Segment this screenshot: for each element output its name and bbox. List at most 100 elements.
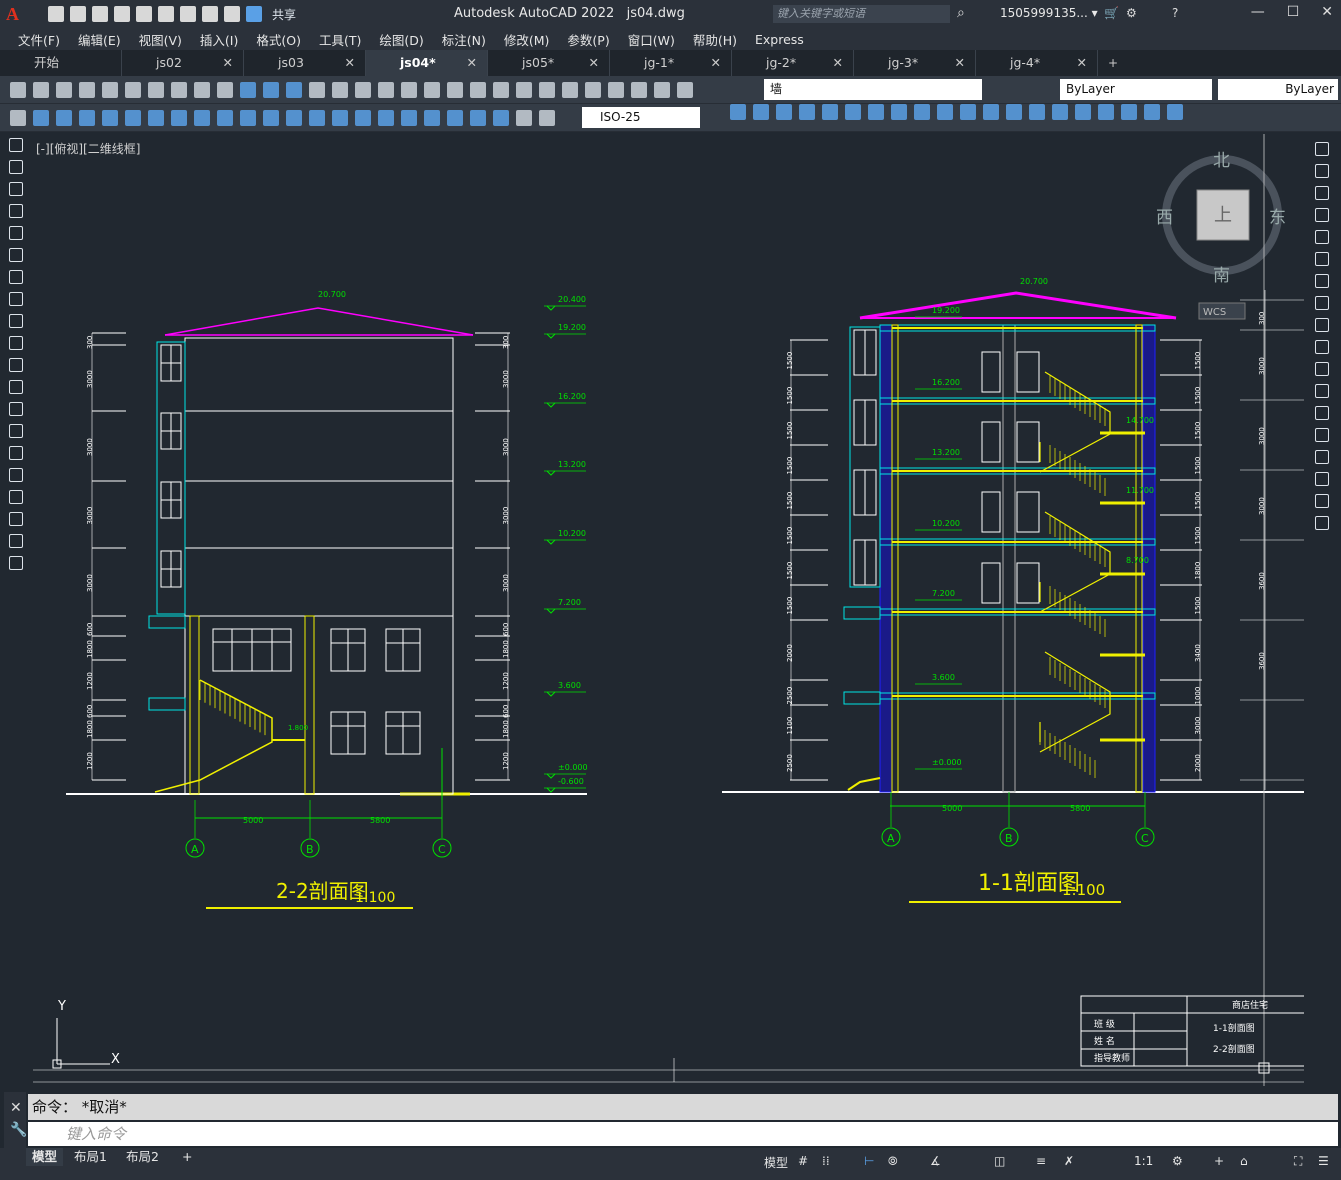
tab-close-icon[interactable]: ✕ [345,50,355,76]
tool-icon[interactable] [79,110,95,126]
draw-tool-icon[interactable] [1315,362,1329,376]
draw-tool-icon[interactable] [1315,494,1329,508]
drawing-canvas[interactable]: 20.700 1.800 300 300 3000 3000 3000 3000 3000 300… [33,134,1306,1086]
tool-icon[interactable] [493,110,509,126]
menu-item-1[interactable]: 编辑(E) [78,30,121,49]
draw-tool-icon[interactable] [1315,318,1329,332]
grid-icon[interactable]: # [798,1154,808,1168]
tab-close-icon[interactable]: ✕ [467,50,477,76]
tool-icon[interactable] [33,82,49,98]
draw-tool-icon[interactable] [9,160,23,174]
user-account[interactable]: 1505999135... ▾ [1000,6,1098,20]
draw-tool-icon[interactable] [9,468,23,482]
draw-tool-icon[interactable] [1315,296,1329,310]
tool-icon[interactable] [516,110,532,126]
tab-close-icon[interactable]: ✕ [955,50,965,76]
tool-icon[interactable] [217,82,233,98]
tool-icon[interactable] [753,104,769,120]
tool-icon[interactable] [56,82,72,98]
linetype-dropdown[interactable]: ByLayer [1218,79,1338,100]
command-line-handle[interactable]: ✕ 🔧 [4,1092,27,1148]
tool-icon[interactable] [263,82,279,98]
tool-icon[interactable] [937,104,953,120]
tool-icon[interactable] [539,110,555,126]
tool-icon[interactable] [1006,104,1022,120]
tool-icon[interactable] [516,82,532,98]
menu-item-5[interactable]: 工具(T) [319,30,361,49]
tool-icon[interactable] [332,82,348,98]
draw-tool-icon[interactable] [9,204,23,218]
tool-icon[interactable] [1121,104,1137,120]
command-input[interactable]: 键入命令 [28,1122,1338,1146]
menu-item-0[interactable]: 文件(F) [18,30,60,49]
menu-item-2[interactable]: 视图(V) [139,30,182,49]
layout-tab-1[interactable]: 布局1 [68,1148,113,1166]
autodesk-app-icon[interactable]: ⚙ [1126,6,1137,20]
tool-icon[interactable] [171,82,187,98]
tab-0[interactable]: 开始 [0,50,122,76]
draw-tool-icon[interactable] [9,138,23,152]
tool-icon[interactable] [868,104,884,120]
draw-tool-icon[interactable] [1315,164,1329,178]
viewport-label[interactable]: [-][俯视][二维线框] [36,140,140,157]
redo-icon[interactable] [224,6,240,22]
tool-icon[interactable] [562,82,578,98]
draw-tool-icon[interactable] [9,248,23,262]
autocad-logo-icon[interactable]: A [6,3,28,25]
tool-icon[interactable] [654,82,670,98]
isolate-icon[interactable]: ⌂ [1240,1154,1248,1168]
tool-icon[interactable] [378,110,394,126]
tool-icon[interactable] [1029,104,1045,120]
tab-close-icon[interactable]: ✕ [1077,50,1087,76]
draw-tool-icon[interactable] [9,314,23,328]
tool-icon[interactable] [401,110,417,126]
tool-icon[interactable] [194,82,210,98]
draw-tool-icon[interactable] [9,402,23,416]
cart-icon[interactable]: 🛒 [1104,6,1119,20]
tab-2[interactable]: js03 ✕ [244,50,366,76]
tab-1[interactable]: js02 ✕ [122,50,244,76]
tool-icon[interactable] [33,110,49,126]
draw-tool-icon[interactable] [1315,406,1329,420]
minimize-icon[interactable]: — [1251,4,1265,20]
draw-tool-icon[interactable] [9,556,23,570]
layer-dropdown[interactable]: 墙 [764,79,982,100]
tab-close-icon[interactable]: ✕ [711,50,721,76]
osnap-icon[interactable]: ∡ [930,1154,941,1168]
tool-icon[interactable] [217,110,233,126]
tool-icon[interactable] [10,82,26,98]
maximize-icon[interactable]: ☐ [1287,4,1300,20]
tool-icon[interactable] [171,110,187,126]
color-dropdown[interactable]: ByLayer [1060,79,1212,100]
menu-item-11[interactable]: 帮助(H) [693,30,737,49]
draw-tool-icon[interactable] [1315,340,1329,354]
tool-icon[interactable] [240,82,256,98]
polar-icon[interactable]: ⦾ [888,1154,898,1169]
open-file-icon[interactable] [70,6,86,22]
draw-tool-icon[interactable] [1315,516,1329,530]
tool-icon[interactable] [447,82,463,98]
help-icon[interactable]: ? [1172,6,1178,20]
tool-icon[interactable] [677,82,693,98]
save-web-icon[interactable] [158,6,174,22]
tool-icon[interactable] [799,104,815,120]
tool-icon[interactable] [1144,104,1160,120]
tab-5[interactable]: jg-1* ✕ [610,50,732,76]
tool-icon[interactable] [470,82,486,98]
tab-7[interactable]: jg-3* ✕ [854,50,976,76]
menu-item-7[interactable]: 标注(N) [442,30,486,49]
tool-icon[interactable] [332,110,348,126]
tool-icon[interactable] [309,82,325,98]
tool-icon[interactable] [539,82,555,98]
draw-tool-icon[interactable] [9,534,23,548]
new-file-icon[interactable] [48,6,64,22]
draw-tool-icon[interactable] [9,380,23,394]
fullscreen-icon[interactable]: ⛶ [1294,1154,1302,1169]
tab-close-icon[interactable]: ✕ [833,50,843,76]
tool-icon[interactable] [470,110,486,126]
tool-icon[interactable] [378,82,394,98]
draw-tool-icon[interactable] [9,182,23,196]
tool-icon[interactable] [263,110,279,126]
tab-close-icon[interactable]: ✕ [589,50,599,76]
tool-icon[interactable] [424,110,440,126]
